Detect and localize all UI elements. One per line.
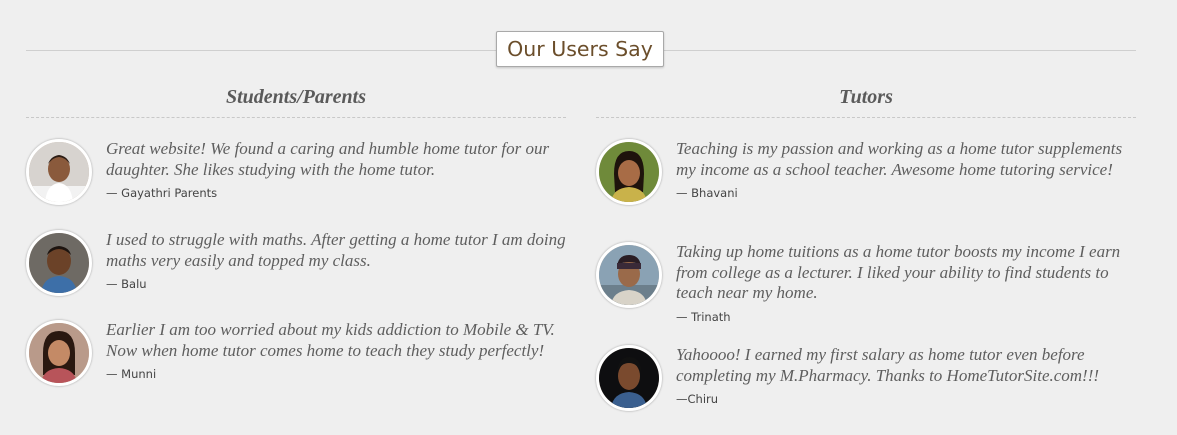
testimonial-quote: Earlier I am too worried about my kids a… <box>106 320 566 382</box>
avatar <box>596 242 662 308</box>
testimonial-author: — Bhavani <box>676 186 738 200</box>
tutors-heading: Tutors <box>596 82 1136 118</box>
quote-text: Earlier I am too worried about my kids a… <box>106 320 555 360</box>
quote-text: Great website! We found a caring and hum… <box>106 139 550 179</box>
students-heading: Students/Parents <box>26 82 566 118</box>
quote-text: Yahoooo! I earned my first salary as hom… <box>676 345 1100 385</box>
section-title: Our Users Say <box>496 31 664 67</box>
testimonial-quote: Teaching is my passion and working as a … <box>676 139 1136 201</box>
testimonial-quote: Great website! We found a caring and hum… <box>106 139 566 201</box>
avatar <box>596 345 662 411</box>
avatar <box>26 139 92 205</box>
students-column: Students/Parents Great website! We found… <box>26 82 566 386</box>
testimonial-author: —Chiru <box>676 392 719 406</box>
quote-text: I used to struggle with maths. After get… <box>106 230 566 270</box>
avatar <box>596 139 662 205</box>
user-photo-icon <box>599 142 659 202</box>
testimonial-author: — Munni <box>106 367 157 381</box>
user-photo-icon <box>599 348 659 408</box>
avatar <box>26 230 92 296</box>
avatar <box>26 320 92 386</box>
user-photo-icon <box>29 323 89 383</box>
testimonial-quote: Taking up home tuitions as a home tutor … <box>676 242 1136 325</box>
tutors-column: Tutors Teaching is my passion and workin… <box>596 82 1136 411</box>
testimonial-quote: I used to struggle with maths. After get… <box>106 230 566 292</box>
testimonial-quote: Yahoooo! I earned my first salary as hom… <box>676 345 1136 407</box>
testimonial-author: — Trinath <box>676 309 731 324</box>
quote-text: Teaching is my passion and working as a … <box>676 139 1123 179</box>
quote-text: Taking up home tuitions as a home tutor … <box>676 242 1121 302</box>
user-photo-icon <box>599 245 659 305</box>
testimonial-author: — Gayathri Parents <box>106 186 218 200</box>
user-photo-icon <box>29 142 89 202</box>
user-photo-icon <box>29 233 89 293</box>
testimonial-author: — Balu <box>106 277 147 291</box>
